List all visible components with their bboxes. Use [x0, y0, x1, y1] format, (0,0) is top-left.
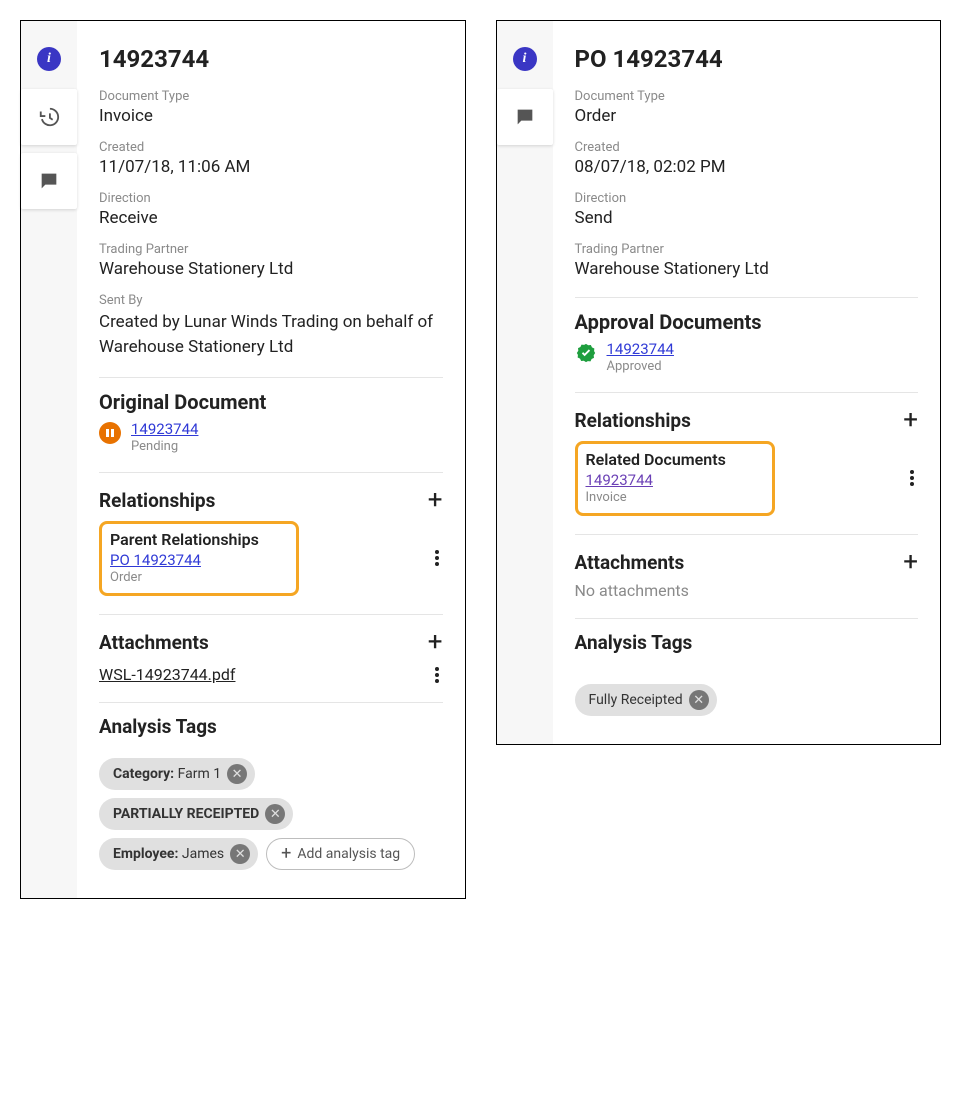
separator	[575, 534, 919, 535]
value-created: 08/07/18, 02:02 PM	[575, 157, 919, 177]
relationships-header: Relationships +	[99, 487, 443, 513]
original-document-link[interactable]: 14923744	[131, 420, 198, 438]
side-rail: i	[21, 21, 77, 898]
info-icon: i	[513, 47, 537, 71]
label-partner: Trading Partner	[575, 242, 919, 257]
separator	[99, 702, 443, 703]
value-direction: Receive	[99, 208, 443, 228]
original-document-status: Pending	[131, 439, 198, 454]
label-doctype: Document Type	[575, 89, 919, 104]
invoice-panel: i 14923744 Document Type Invoice Created…	[20, 20, 466, 899]
add-attachment-button[interactable]: +	[903, 549, 918, 575]
document-title: PO 14923744	[575, 45, 919, 73]
value-doctype: Invoice	[99, 106, 443, 126]
approval-document-row: 14923744 Approved	[575, 340, 919, 374]
panel-content: PO 14923744 Document Type Order Created …	[553, 21, 941, 744]
panel-content: 14923744 Document Type Invoice Created 1…	[77, 21, 465, 898]
relationships-title: Relationships	[99, 489, 215, 512]
comments-tab[interactable]	[497, 89, 553, 145]
order-panel: i PO 14923744 Document Type Order Create…	[496, 20, 942, 745]
analysis-tags: Fully Receipted ✕	[575, 684, 919, 716]
parent-relationships-title: Parent Relationships	[110, 530, 288, 549]
value-direction: Send	[575, 208, 919, 228]
relationship-menu-button[interactable]	[431, 550, 443, 566]
attachments-header: Attachments +	[575, 549, 919, 575]
attachment-menu-button[interactable]	[431, 667, 443, 683]
highlight-parent-relationship: Parent Relationships PO 14923744 Order	[99, 521, 299, 596]
separator	[99, 614, 443, 615]
remove-tag-button[interactable]: ✕	[689, 690, 709, 710]
approval-documents-title: Approval Documents	[575, 310, 919, 334]
parent-relationship-link[interactable]: PO 14923744	[110, 551, 288, 569]
value-partner: Warehouse Stationery Ltd	[99, 259, 443, 279]
tag-partially-receipted: PARTIALLY RECEIPTED ✕	[99, 798, 293, 830]
separator	[575, 392, 919, 393]
history-icon	[38, 106, 60, 128]
label-direction: Direction	[575, 191, 919, 206]
parent-relationship-type: Order	[110, 570, 288, 585]
relationships-title: Relationships	[575, 409, 691, 432]
analysis-tags-title: Analysis Tags	[99, 715, 443, 738]
related-documents-row: Related Documents 14923744 Invoice	[575, 439, 919, 516]
attachments-title: Attachments	[99, 631, 209, 654]
side-rail: i	[497, 21, 553, 744]
remove-tag-button[interactable]: ✕	[265, 804, 285, 824]
original-document-row: 14923744 Pending	[99, 420, 443, 454]
attachments-title: Attachments	[575, 551, 685, 574]
chat-icon	[38, 170, 60, 192]
approved-status-icon	[575, 342, 597, 364]
analysis-tags-title: Analysis Tags	[575, 631, 919, 654]
highlight-related-documents: Related Documents 14923744 Invoice	[575, 441, 775, 516]
separator	[99, 472, 443, 473]
value-sentby: Created by Lunar Winds Trading on behalf…	[99, 310, 443, 359]
value-doctype: Order	[575, 106, 919, 126]
value-partner: Warehouse Stationery Ltd	[575, 259, 919, 279]
info-icon: i	[37, 47, 61, 71]
parent-relationship-row: Parent Relationships PO 14923744 Order	[99, 519, 443, 596]
related-document-type: Invoice	[586, 490, 764, 505]
relationship-menu-button[interactable]	[906, 470, 918, 486]
separator	[99, 377, 443, 378]
no-attachments-text: No attachments	[575, 581, 919, 600]
document-title: 14923744	[99, 45, 443, 73]
plus-icon: +	[281, 845, 291, 863]
remove-tag-button[interactable]: ✕	[230, 844, 250, 864]
info-tab[interactable]: i	[25, 37, 73, 81]
label-sentby: Sent By	[99, 293, 443, 308]
attachments-header: Attachments +	[99, 629, 443, 655]
separator	[575, 297, 919, 298]
analysis-tags: Category: Farm 1 ✕ PARTIALLY RECEIPTED ✕…	[99, 758, 443, 870]
label-direction: Direction	[99, 191, 443, 206]
chat-icon	[514, 106, 536, 128]
add-analysis-tag-button[interactable]: + Add analysis tag	[266, 838, 415, 870]
info-tab[interactable]: i	[501, 37, 549, 81]
label-doctype: Document Type	[99, 89, 443, 104]
attachment-link[interactable]: WSL-14923744.pdf	[99, 665, 235, 684]
tag-fully-receipted: Fully Receipted ✕	[575, 684, 717, 716]
label-partner: Trading Partner	[99, 242, 443, 257]
label-created: Created	[99, 140, 443, 155]
related-document-link[interactable]: 14923744	[586, 471, 764, 489]
related-documents-title: Related Documents	[586, 450, 764, 469]
add-relationship-button[interactable]: +	[903, 407, 918, 433]
approval-document-link[interactable]: 14923744	[607, 340, 674, 358]
attachment-row: WSL-14923744.pdf	[99, 665, 443, 684]
tag-category: Category: Farm 1 ✕	[99, 758, 255, 790]
remove-tag-button[interactable]: ✕	[227, 764, 247, 784]
history-tab[interactable]	[21, 89, 77, 145]
separator	[575, 618, 919, 619]
pending-status-icon	[99, 422, 121, 444]
add-attachment-button[interactable]: +	[428, 629, 443, 655]
tag-employee: Employee: James ✕	[99, 838, 258, 870]
approval-document-status: Approved	[607, 359, 674, 374]
add-relationship-button[interactable]: +	[428, 487, 443, 513]
value-created: 11/07/18, 11:06 AM	[99, 157, 443, 177]
relationships-header: Relationships +	[575, 407, 919, 433]
comments-tab[interactable]	[21, 153, 77, 209]
original-document-title: Original Document	[99, 390, 443, 414]
label-created: Created	[575, 140, 919, 155]
